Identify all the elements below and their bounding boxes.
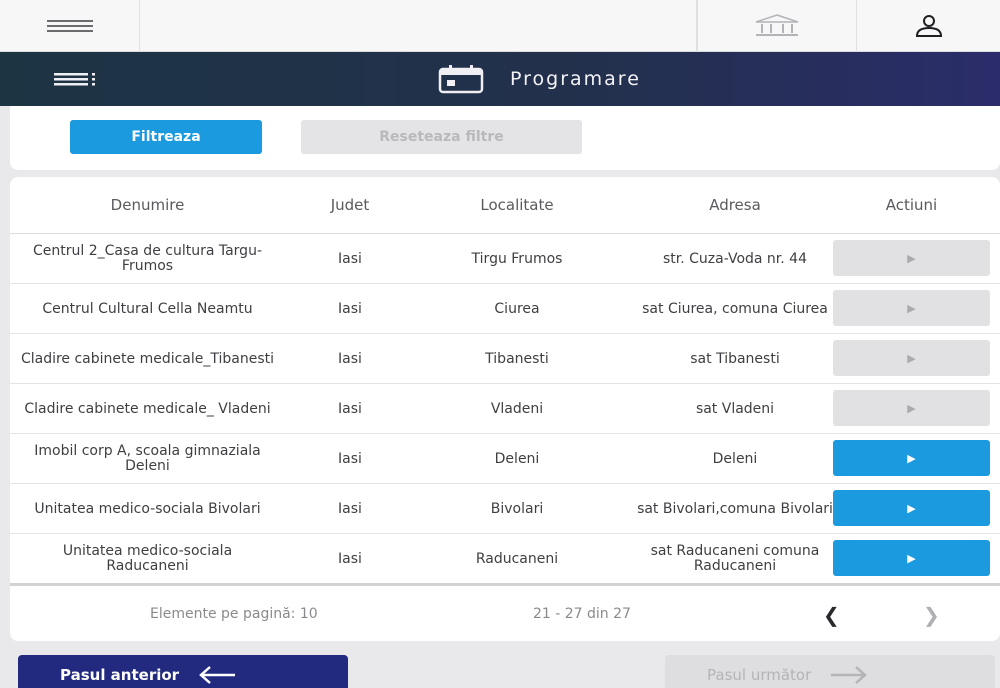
next-step-button[interactable]: Pasul următor — [665, 655, 995, 688]
cell-judet: Iasi — [338, 550, 362, 567]
cell-localitate: Raducaneni — [475, 550, 559, 567]
cell-denumire: Centrul Cultural Cella Neamtu — [42, 300, 253, 317]
hamburger-icon — [46, 20, 93, 32]
cell-adresa: Deleni — [712, 450, 758, 467]
locations-table: Denumire Judet Localitate Adresa Actiuni… — [10, 177, 1000, 641]
calendar-icon — [438, 65, 484, 94]
row-action-button[interactable]: ▶ — [833, 440, 990, 476]
cell-denumire: Cladire cabinete medicale_ Vladeni — [24, 400, 271, 417]
chevron-right-icon[interactable]: ❯ — [923, 603, 940, 627]
column-header-denumire[interactable]: Denumire — [20, 196, 275, 214]
cell-adresa: sat Raducaneni comuna Raducaneni — [650, 543, 820, 574]
previous-step-button[interactable]: Pasul anterior — [18, 655, 348, 688]
page-range: 21 - 27 din 27 — [533, 606, 631, 622]
top-bar-spacer — [140, 0, 697, 52]
row-action-button[interactable]: ▶ — [833, 240, 990, 276]
cell-denumire: Unitatea medico-sociala Raducaneni — [62, 543, 233, 574]
cell-judet: Iasi — [338, 400, 362, 417]
cell-localitate: Deleni — [494, 450, 540, 467]
play-icon: ▶ — [907, 402, 916, 415]
cell-judet: Iasi — [338, 350, 362, 367]
cell-adresa: sat Ciurea, comuna Ciurea — [642, 300, 828, 317]
column-header-localitate[interactable]: Localitate — [422, 196, 612, 214]
cell-judet: Iasi — [338, 300, 362, 317]
cell-localitate: Bivolari — [490, 500, 544, 517]
row-action-button[interactable]: ▶ — [833, 340, 990, 376]
row-action-button[interactable]: ▶ — [833, 390, 990, 426]
table-row: Cladire cabinete medicale_ Vladeni Iasi … — [10, 384, 1000, 434]
row-action-button[interactable]: ▶ — [833, 540, 990, 576]
reset-filters-button[interactable]: Reseteaza filtre — [301, 120, 582, 154]
bank-building-icon — [755, 14, 799, 36]
play-icon: ▶ — [907, 252, 916, 265]
hamburger-button[interactable] — [0, 0, 140, 52]
column-header-actiuni: Actiuni — [885, 196, 938, 214]
cell-localitate: Tibanesti — [485, 350, 549, 367]
cell-judet: Iasi — [338, 450, 362, 467]
row-action-button[interactable]: ▶ — [833, 290, 990, 326]
cell-judet: Iasi — [338, 500, 362, 517]
cell-adresa: str. Cuza-Voda nr. 44 — [663, 250, 807, 267]
cell-denumire: Centrul 2_Casa de cultura Targu-Frumos — [33, 243, 262, 274]
column-header-judet[interactable]: Judet — [290, 196, 410, 214]
table-row: Imobil corp A, scoala gimnaziala Deleni … — [10, 434, 1000, 484]
institution-button[interactable] — [697, 0, 857, 52]
cell-adresa: sat Vladeni — [695, 400, 775, 417]
user-button[interactable] — [857, 0, 1000, 52]
arrow-left-icon — [199, 666, 236, 684]
row-action-button[interactable]: ▶ — [833, 490, 990, 526]
cell-localitate: Ciurea — [494, 300, 540, 317]
filter-card: Filtreaza Reseteaza filtre — [10, 106, 1000, 170]
horizontal-scrollbar[interactable] — [10, 583, 1000, 586]
arrow-right-icon — [831, 666, 868, 684]
cell-adresa: sat Tibanesti — [690, 350, 780, 367]
page-title-group: Programare — [438, 64, 641, 94]
column-header-adresa[interactable]: Adresa — [630, 196, 840, 214]
top-bar — [0, 0, 1000, 52]
play-icon: ▶ — [907, 552, 916, 565]
cell-denumire: Imobil corp A, scoala gimnaziala Deleni — [34, 443, 261, 474]
table-row: Unitatea medico-sociala Raducaneni Iasi … — [10, 534, 1000, 584]
table-header: Denumire Judet Localitate Adresa Actiuni — [10, 177, 1000, 234]
play-icon: ▶ — [907, 302, 916, 315]
list-menu-icon — [54, 73, 95, 86]
next-step-label: Pasul următor — [707, 666, 812, 684]
cell-adresa: sat Bivolari,comuna Bivolari — [637, 500, 833, 517]
items-per-page-label[interactable]: Elemente pe pagină: 10 — [150, 606, 318, 622]
play-icon: ▶ — [907, 452, 916, 465]
chevron-left-icon[interactable]: ❮ — [823, 603, 840, 627]
pagination: Elemente pe pagină: 10 21 - 27 din 27 ❮ … — [10, 589, 1000, 639]
filter-button[interactable]: Filtreaza — [70, 120, 262, 154]
cell-judet: Iasi — [338, 250, 362, 267]
cell-localitate: Vladeni — [490, 400, 544, 417]
side-menu-toggle[interactable] — [54, 71, 102, 91]
page-title: Programare — [510, 68, 641, 90]
table-row: Cladire cabinete medicale_Tibanesti Iasi… — [10, 334, 1000, 384]
play-icon: ▶ — [907, 352, 916, 365]
play-icon: ▶ — [907, 502, 916, 515]
table-row: Centrul 2_Casa de cultura Targu-Frumos I… — [10, 234, 1000, 284]
cell-localitate: Tirgu Frumos — [471, 250, 563, 267]
page-header: Programare — [0, 52, 1000, 106]
previous-step-label: Pasul anterior — [60, 666, 180, 684]
cell-denumire: Cladire cabinete medicale_Tibanesti — [20, 350, 275, 367]
table-row: Centrul Cultural Cella Neamtu Iasi Ciure… — [10, 284, 1000, 334]
table-row: Unitatea medico-sociala Bivolari Iasi Bi… — [10, 484, 1000, 534]
user-icon — [915, 15, 942, 37]
cell-denumire: Unitatea medico-sociala Bivolari — [34, 500, 261, 517]
